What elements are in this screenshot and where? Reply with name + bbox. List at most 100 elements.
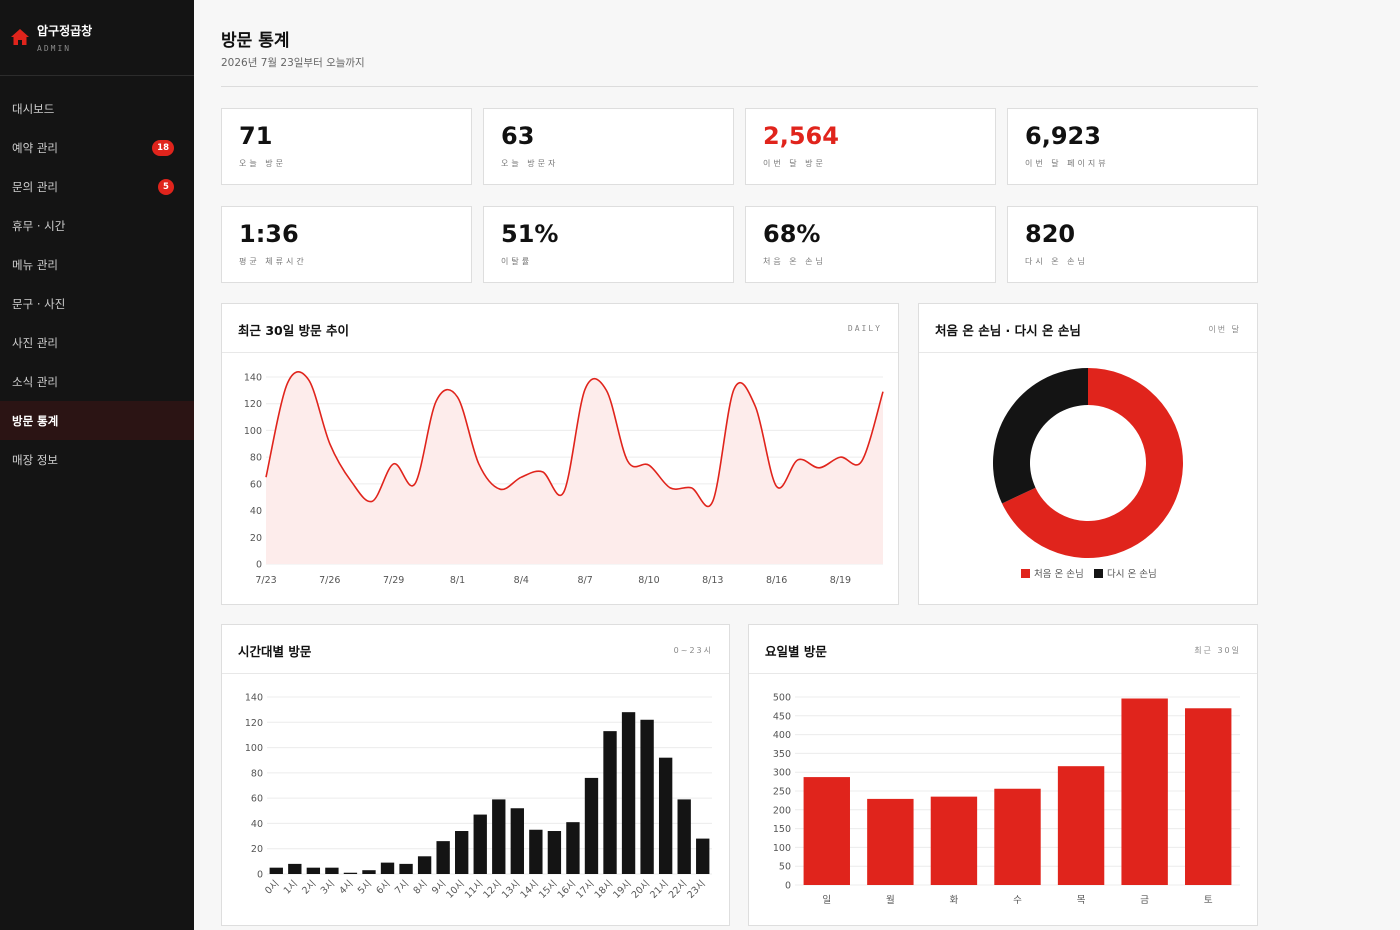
kpi-card: 1:36 평균 체류시간 (221, 206, 472, 283)
x-tick-label: 3시 (319, 878, 337, 896)
sidebar-item[interactable]: 소식 관리 (0, 362, 194, 401)
bar (455, 831, 469, 874)
bar (1057, 766, 1105, 885)
y-tick-label: 40 (250, 506, 262, 517)
x-tick-label: 월 (886, 894, 895, 906)
hourly-card: 시간대별 방문 0~23시 0 20 40 60 80 100 120 140 0시 1시 2시 3시… (221, 624, 730, 926)
bar (584, 777, 599, 874)
hourly-chart: 0204060801001201400시 1시 2시 3시 4시 5시 6시 7시 8시 9시10… (245, 693, 712, 901)
kpi-label: 처음 온 손님 (763, 257, 826, 266)
sidebar-item-label: 휴무 · 시간 (12, 218, 66, 233)
x-tick-label: 22시 (667, 878, 690, 901)
x-tick-label: 7/26 (319, 575, 340, 586)
brand[interactable]: 압구정곱창 ADMIN (0, 0, 194, 76)
x-tick-label: 수 (1013, 895, 1022, 906)
kpi-card: 2,564 이번 달 방문 (745, 108, 996, 185)
bar (640, 719, 654, 874)
sidebar-item[interactable]: 매장 정보 (0, 440, 194, 479)
page-title: 방문 통계 (221, 31, 290, 51)
y-tick-label: 100 (245, 743, 263, 754)
donut-card-header: 처음 온 손님 · 다시 온 손님 이번 달 (919, 304, 1257, 353)
kpi-value: 68% (763, 220, 821, 248)
sidebar-item[interactable]: 문구 · 사진 (0, 284, 194, 323)
weekday-card-title: 요일별 방문 (765, 644, 827, 659)
sidebar: 압구정곱창 ADMIN 대시보드예약 관리 18 문의 관리 5 휴무 · 시간메뉴 관… (0, 0, 194, 930)
bar (288, 863, 302, 874)
x-tick-label: 목 (1077, 895, 1086, 906)
bar (621, 712, 636, 874)
bar (510, 808, 524, 874)
y-tick-label: 0 (785, 881, 791, 892)
brand-sub: ADMIN (37, 44, 72, 53)
sidebar-item-label: 메뉴 관리 (12, 257, 58, 272)
bar (677, 799, 691, 874)
y-tick-label: 120 (245, 718, 263, 729)
bar (306, 867, 321, 874)
sidebar-item[interactable]: 예약 관리 18 (0, 128, 194, 167)
kpi-value: 2,564 (763, 122, 839, 150)
y-tick-label: 20 (251, 844, 263, 855)
y-tick-label: 200 (773, 805, 791, 816)
sidebar-item[interactable]: 사진 관리 (0, 323, 194, 362)
bar (269, 867, 283, 874)
trend-card-tag[interactable]: DAILY (848, 324, 882, 333)
hourly-card-tag[interactable]: 0~23시 (674, 645, 713, 656)
y-tick-label: 80 (250, 453, 262, 464)
donut-slice (993, 368, 1088, 504)
bar (436, 841, 450, 874)
kpi-value: 820 (1025, 220, 1076, 248)
y-tick-label: 500 (773, 693, 791, 704)
sidebar-item-label: 예약 관리 (12, 140, 58, 155)
bar (492, 799, 506, 874)
sidebar-item[interactable]: 방문 통계 (0, 401, 194, 440)
x-tick-label: 8/19 (830, 575, 851, 586)
x-tick-label: 8시 (411, 878, 429, 896)
y-tick-label: 300 (773, 768, 791, 779)
legend-label: 다시 온 손님 (1107, 569, 1157, 580)
x-tick-label: 11시 (463, 878, 486, 901)
bar (566, 822, 580, 874)
x-tick-label: 7시 (393, 878, 411, 896)
bar (603, 731, 617, 874)
weekday-chart: 0 50 100 150 200 250 300 350 400 450 500 일 월 화 수 목 금 토 (773, 693, 1240, 906)
count-badge: 5 (158, 178, 174, 195)
weekday-card-header: 요일별 방문 최근 30일 (749, 625, 1257, 674)
hourly-card-title: 시간대별 방문 (238, 644, 312, 659)
sidebar-item[interactable]: 메뉴 관리 (0, 245, 194, 284)
y-tick-label: 400 (773, 730, 791, 741)
kpi-label: 이탈률 (501, 257, 533, 266)
x-tick-label: 2시 (300, 878, 318, 896)
sidebar-item-label: 대시보드 (12, 101, 55, 116)
y-tick-label: 450 (773, 711, 791, 722)
y-tick-label: 100 (773, 843, 791, 854)
bar (343, 872, 358, 874)
x-tick-label: 금 (1140, 895, 1149, 906)
bar (930, 796, 978, 885)
kpi-value: 1:36 (239, 220, 299, 248)
kpi-card: 63 오늘 방문자 (483, 108, 734, 185)
legend-label: 처음 온 손님 (1034, 568, 1084, 580)
x-tick-label: 8/16 (766, 575, 787, 586)
sidebar-item-label: 방문 통계 (12, 413, 59, 428)
bar (399, 863, 413, 874)
legend-swatch (1094, 569, 1103, 578)
kpi-card: 71 오늘 방문 (221, 108, 472, 185)
y-tick-label: 140 (245, 693, 263, 704)
trend-card-title: 최근 30일 방문 추이 (238, 323, 349, 338)
kpi-value: 6,923 (1025, 122, 1101, 150)
weekday-card-tag[interactable]: 최근 30일 (1194, 645, 1241, 656)
x-tick-label: 6시 (374, 878, 392, 896)
kpi-label: 다시 온 손님 (1025, 257, 1088, 266)
sidebar-item[interactable]: 대시보드 (0, 89, 194, 128)
trend-card-header: 최근 30일 방문 추이 DAILY (222, 304, 898, 353)
sidebar-nav: 대시보드예약 관리 18 문의 관리 5 휴무 · 시간메뉴 관리문구 · 사진 사진 관… (0, 89, 194, 479)
donut-card-tag[interactable]: 이번 달 (1208, 324, 1241, 335)
x-tick-label: 18시 (593, 878, 616, 901)
x-tick-label: 일 (822, 895, 831, 906)
y-tick-label: 0 (256, 560, 262, 571)
x-tick-label: 8/10 (638, 575, 659, 586)
sidebar-item[interactable]: 문의 관리 5 (0, 167, 194, 206)
x-tick-label: 14시 (518, 878, 541, 901)
sidebar-item[interactable]: 휴무 · 시간 (0, 206, 194, 245)
bar (1121, 698, 1168, 885)
